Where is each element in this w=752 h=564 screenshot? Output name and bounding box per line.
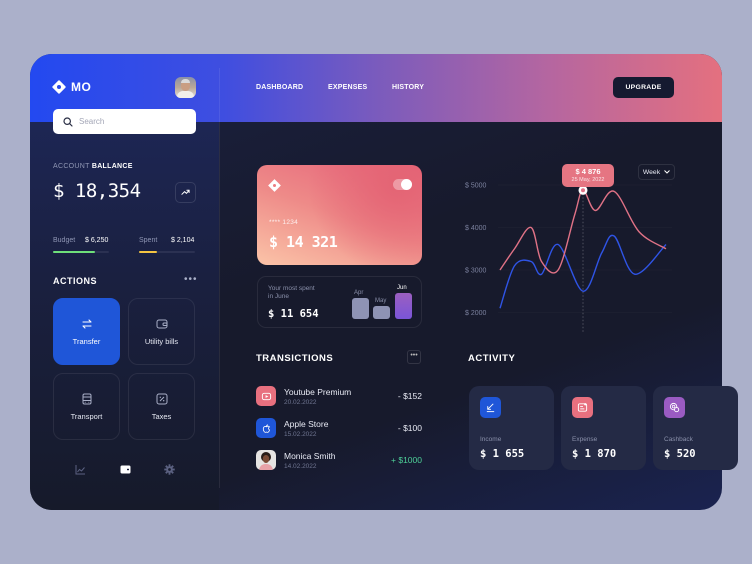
trending-up-icon xyxy=(181,189,190,195)
spending-chart[interactable]: $ 5000$ 4000$ 3000$ 2000$ 1000MarAprMayJ… xyxy=(462,162,682,332)
spent-metric: Spent $ 2,104 xyxy=(139,237,195,253)
nav-history[interactable]: HISTORY xyxy=(392,84,424,91)
budget-progress-fill xyxy=(53,251,95,253)
card-toggle[interactable] xyxy=(393,179,412,190)
person-avatar xyxy=(256,450,276,470)
action-transport[interactable]: Transport xyxy=(53,373,120,440)
transactions-heading: TRANSICTIONS xyxy=(256,353,334,364)
most-spent-amount: $ 11 654 xyxy=(268,308,319,320)
activity-cashback-card[interactable]: Cashback $ 520 xyxy=(653,386,738,470)
tooltip-value: $ 4 876 xyxy=(575,167,601,176)
percent-icon xyxy=(156,393,167,404)
activity-heading: ACTIVITY xyxy=(468,353,516,364)
transaction-row[interactable]: Monica Smith 14.02.2022 + $1000 xyxy=(256,450,422,472)
y-tick-label: $ 2000 xyxy=(465,310,487,317)
sidebar-divider xyxy=(219,68,220,488)
wallet-icon xyxy=(120,465,130,473)
upgrade-button[interactable]: UPGRADE xyxy=(613,77,674,98)
income-arrow-icon xyxy=(480,397,501,418)
transaction-row[interactable]: Youtube Premium 20.02.2022 - $152 xyxy=(256,386,422,408)
y-tick-label: $ 5000 xyxy=(465,183,487,190)
activity-income-card[interactable]: Income $ 1 655 xyxy=(469,386,554,470)
budget-value: $ 6,250 xyxy=(85,237,109,244)
gear-icon xyxy=(163,463,175,475)
trend-button[interactable] xyxy=(175,182,196,203)
month-bar-jun[interactable] xyxy=(395,293,412,319)
month-bar-label: Apr xyxy=(354,290,364,296)
chevron-down-icon xyxy=(664,170,670,174)
account-balance-label: ACCOUNT BALLANCE xyxy=(53,163,133,170)
most-spent-panel: Your most spent in June $ 11 654 Apr May J… xyxy=(257,276,422,328)
nav-dashboard[interactable]: DASHBOARD xyxy=(256,84,303,91)
bottom-nav-chart[interactable] xyxy=(72,462,88,476)
search-box[interactable] xyxy=(53,109,196,134)
bottom-nav-wallet[interactable] xyxy=(117,462,133,476)
nav-expenses[interactable]: EXPENSES xyxy=(328,84,367,91)
tooltip-date: 25 May, 2022 xyxy=(571,177,605,183)
y-tick-label: $ 4000 xyxy=(465,225,487,232)
transaction-row[interactable]: Apple Store 15.02.2022 - $100 xyxy=(256,418,422,440)
chart-tooltip: $ 4 876 25 May, 2022 xyxy=(562,164,614,187)
budget-metric: Budget $ 6,250 xyxy=(53,237,109,253)
app-window: MO ACCOUNT BALLANCE $ 18,354 Budget $ 6,… xyxy=(30,54,722,510)
wallet-icon xyxy=(156,319,167,328)
apple-icon xyxy=(256,418,276,438)
search-input[interactable] xyxy=(79,117,189,126)
actions-heading: ACTIONS xyxy=(53,276,97,286)
chart-icon xyxy=(75,464,85,474)
most-spent-label: Your most spent in June xyxy=(268,285,315,300)
y-tick-label: $ 3000 xyxy=(465,268,487,275)
action-taxes[interactable]: Taxes xyxy=(128,373,195,440)
month-bar-apr[interactable] xyxy=(352,298,369,319)
spent-progress-track xyxy=(139,251,195,253)
card-number: **** 1234 xyxy=(269,219,299,226)
search-icon xyxy=(63,116,73,127)
bus-icon xyxy=(82,393,91,404)
month-bar-label: Jun xyxy=(397,285,407,291)
user-avatar[interactable] xyxy=(175,77,196,98)
brand-name: MO xyxy=(71,80,92,94)
highlight-point-inner xyxy=(581,188,585,193)
budget-label: Budget xyxy=(53,237,76,244)
spent-value: $ 2,104 xyxy=(171,237,195,244)
card-logo-icon xyxy=(269,180,280,191)
budget-progress-track xyxy=(53,251,109,253)
credit-card[interactable]: **** 1234 $ 14 321 xyxy=(257,165,422,265)
diamond-logo-icon xyxy=(53,81,65,93)
receipt-icon xyxy=(572,397,593,418)
action-utility-bills[interactable]: Utility bills xyxy=(128,298,195,365)
month-bar-may[interactable] xyxy=(373,306,390,319)
more-dots-icon[interactable]: ••• xyxy=(184,275,198,285)
spent-label: Spent xyxy=(139,237,158,244)
card-balance: $ 14 321 xyxy=(269,233,338,251)
coins-icon xyxy=(664,397,685,418)
bottom-nav-settings[interactable] xyxy=(161,462,177,476)
period-select[interactable]: Week xyxy=(638,164,675,180)
transfer-arrows-icon xyxy=(81,318,92,329)
action-transfer[interactable]: Transfer xyxy=(53,298,120,365)
spent-progress-fill xyxy=(139,251,158,253)
account-balance-value: $ 18,354 xyxy=(53,180,141,202)
activity-expense-card[interactable]: Expense $ 1 870 xyxy=(561,386,646,470)
more-dots-icon[interactable]: ••• xyxy=(407,350,421,364)
youtube-icon xyxy=(256,386,276,406)
brand-logo[interactable]: MO xyxy=(53,80,91,94)
month-bar-label: May xyxy=(375,298,387,304)
